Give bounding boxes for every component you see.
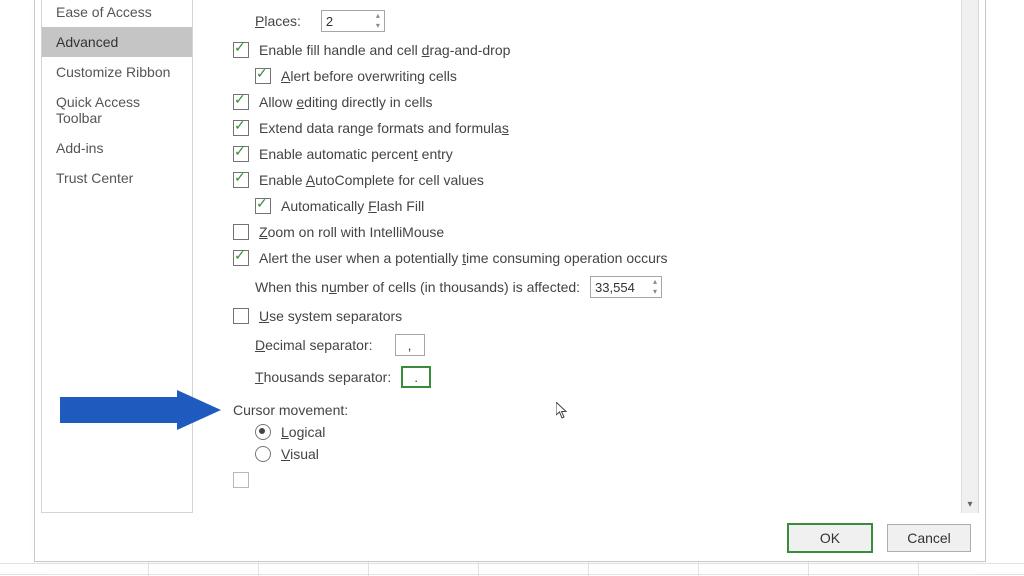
opt-alert-timeconsuming: Alert the user when a potentially time c… — [233, 245, 959, 271]
thousands-sep-row: Thousands separator: — [233, 361, 959, 393]
decimal-sep-input[interactable] — [395, 334, 425, 356]
dialog-footer: OK Cancel — [35, 515, 985, 561]
radio-logical[interactable] — [255, 424, 271, 440]
opt-auto-percent: Enable automatic percent entry — [233, 141, 959, 167]
scroll-down-icon[interactable]: ▾ — [962, 495, 978, 513]
checkbox-extend-formats[interactable] — [233, 120, 249, 136]
opt-zoom-intellimouse: Zoom on roll with IntelliMouse — [233, 219, 959, 245]
checkbox-autocomplete[interactable] — [233, 172, 249, 188]
places-label: Places: — [255, 13, 301, 29]
radio-visual-row: Visual — [233, 443, 959, 467]
label-zoom-intellimouse: Zoom on roll with IntelliMouse — [259, 224, 444, 240]
sidebar-item-quick-access-toolbar[interactable]: Quick Access Toolbar — [42, 87, 192, 133]
opt-use-system-sep: Use system separators — [233, 303, 959, 329]
opt-partial-next — [233, 467, 959, 493]
options-dialog: Ease of Access Advanced Customize Ribbon… — [34, 0, 986, 562]
sidebar-item-customize-ribbon[interactable]: Customize Ribbon — [42, 57, 192, 87]
content-wrap: Places: ▴ ▾ Enable fill handle and cell … — [203, 0, 979, 513]
checkbox-alert-overwrite[interactable] — [255, 68, 271, 84]
label-thousands-sep: Thousands separator: — [255, 369, 391, 385]
sidebar-item-ease-of-access[interactable]: Ease of Access — [42, 0, 192, 27]
cells-affected-spinner[interactable]: ▴ ▾ — [590, 276, 662, 298]
thousands-sep-input[interactable] — [401, 366, 431, 388]
label-logical: Logical — [281, 424, 325, 440]
checkbox-use-system-sep[interactable] — [233, 308, 249, 324]
label-alert-timeconsuming: Alert the user when a potentially time c… — [259, 250, 668, 266]
label-allow-editing: Allow editing directly in cells — [259, 94, 433, 110]
checkbox-fill-handle[interactable] — [233, 42, 249, 58]
spinner-up-icon[interactable]: ▴ — [374, 13, 382, 19]
sidebar-item-trust-center[interactable]: Trust Center — [42, 163, 192, 193]
checkbox-alert-timeconsuming[interactable] — [233, 250, 249, 266]
decimal-sep-row: Decimal separator: — [233, 329, 959, 361]
label-flash-fill: Automatically Flash Fill — [281, 198, 424, 214]
options-content: Places: ▴ ▾ Enable fill handle and cell … — [203, 0, 959, 513]
cells-affected-row: When this number of cells (in thousands)… — [233, 271, 959, 303]
label-alert-overwrite: Alert before overwriting cells — [281, 68, 457, 84]
radio-visual[interactable] — [255, 446, 271, 462]
opt-alert-overwrite: Alert before overwriting cells — [233, 63, 959, 89]
label-fill-handle: Enable fill handle and cell drag-and-dro… — [259, 42, 510, 58]
cancel-button[interactable]: Cancel — [887, 524, 971, 552]
sidebar-item-add-ins[interactable]: Add-ins — [42, 133, 192, 163]
opt-autocomplete: Enable AutoComplete for cell values — [233, 167, 959, 193]
spinner-down-icon[interactable]: ▾ — [651, 289, 659, 295]
label-cells-affected: When this number of cells (in thousands)… — [255, 279, 580, 295]
checkbox-partial-next[interactable] — [233, 472, 249, 488]
places-spinner[interactable]: ▴ ▾ — [321, 10, 385, 32]
label-cursor-movement: Cursor movement: — [233, 402, 348, 418]
opt-flash-fill: Automatically Flash Fill — [233, 193, 959, 219]
label-auto-percent: Enable automatic percent entry — [259, 146, 453, 162]
label-autocomplete: Enable AutoComplete for cell values — [259, 172, 484, 188]
label-use-system-sep: Use system separators — [259, 308, 402, 324]
checkbox-flash-fill[interactable] — [255, 198, 271, 214]
label-decimal-sep: Decimal separator: — [255, 337, 373, 353]
checkbox-auto-percent[interactable] — [233, 146, 249, 162]
sidebar: Ease of Access Advanced Customize Ribbon… — [41, 0, 193, 513]
checkbox-allow-editing[interactable] — [233, 94, 249, 110]
spinner-up-icon[interactable]: ▴ — [651, 279, 659, 285]
label-visual: Visual — [281, 446, 319, 462]
mnemonic-p: P — [255, 13, 264, 29]
spinner-down-icon[interactable]: ▾ — [374, 23, 382, 29]
opt-fill-handle: Enable fill handle and cell drag-and-dro… — [233, 37, 959, 63]
label-extend-formats: Extend data range formats and formulas — [259, 120, 509, 136]
vertical-scrollbar[interactable]: ▾ — [961, 0, 979, 513]
radio-logical-row: Logical — [233, 423, 959, 443]
checkbox-zoom-intellimouse[interactable] — [233, 224, 249, 240]
sidebar-item-advanced[interactable]: Advanced — [42, 27, 192, 57]
opt-allow-editing: Allow editing directly in cells — [233, 89, 959, 115]
opt-extend-formats: Extend data range formats and formulas — [233, 115, 959, 141]
places-row: Places: ▴ ▾ — [233, 5, 959, 37]
ok-button[interactable]: OK — [787, 523, 873, 553]
cursor-movement-heading: Cursor movement: — [233, 397, 959, 423]
